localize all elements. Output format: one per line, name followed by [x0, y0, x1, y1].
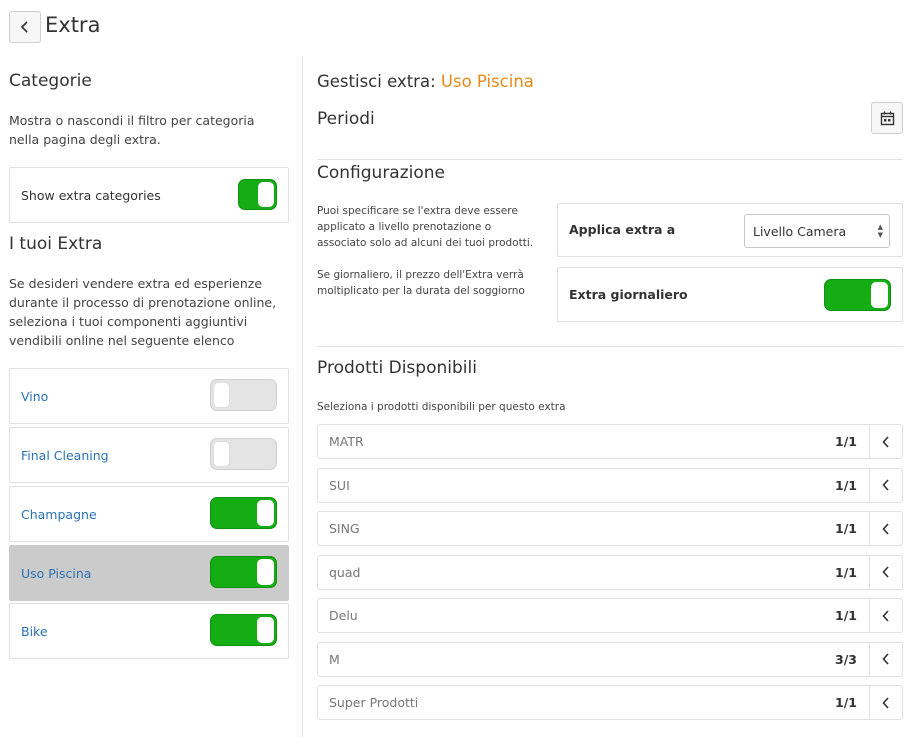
extra-item-toggle[interactable] [210, 438, 277, 470]
chevron-left-icon [20, 21, 28, 33]
extra-item-toggle[interactable] [210, 556, 277, 588]
extra-item-label[interactable]: Bike [21, 624, 48, 639]
apply-extra-box: Applica extra a Livello Camera ▲ ▼ [557, 203, 903, 257]
categories-title: Categorie [9, 71, 92, 91]
product-name: SUI [329, 477, 350, 493]
daily-extra-box: Extra giornaliero [557, 267, 903, 322]
chevron-left-icon [882, 435, 889, 448]
manage-extra-name: Uso Piscina [440, 72, 534, 91]
expand-product-button[interactable] [869, 599, 902, 632]
extra-item-toggle[interactable] [210, 614, 277, 646]
configuration-title: Configurazione [317, 163, 446, 183]
extra-item-label[interactable]: Uso Piscina [21, 566, 91, 581]
expand-product-button[interactable] [869, 425, 902, 458]
calendar-icon [880, 111, 894, 125]
daily-extra-label: Extra giornaliero [569, 287, 688, 302]
product-row: SUI 1/1 [317, 467, 903, 503]
apply-description: Puoi specificare se l'extra deve essere … [317, 205, 534, 249]
expand-product-button[interactable] [869, 686, 902, 719]
show-categories-label: Show extra categories [21, 187, 161, 203]
show-categories-toggle[interactable] [238, 179, 277, 210]
product-count: 1/1 [835, 477, 857, 493]
product-name: Delu [329, 608, 358, 623]
product-name: quad [329, 564, 361, 580]
daily-extra-toggle[interactable] [824, 279, 891, 311]
chevron-left-icon [882, 522, 889, 535]
manage-title: Gestisci extra: Uso Piscina [317, 72, 534, 91]
extra-item[interactable]: Final Cleaning [9, 427, 289, 483]
product-row: Delu 1/1 [317, 598, 903, 633]
product-count: 1/1 [835, 695, 857, 710]
calendar-button[interactable] [871, 102, 903, 134]
page-title: Extra [45, 13, 101, 37]
apply-extra-value: Livello Camera [753, 223, 847, 239]
extra-item-label[interactable]: Vino [21, 389, 48, 404]
product-row: quad 1/1 [317, 554, 903, 590]
chevron-left-icon [882, 566, 889, 578]
expand-product-button[interactable] [869, 555, 902, 589]
expand-product-button[interactable] [869, 512, 902, 545]
product-row: M 3/3 [317, 641, 903, 677]
product-name: SING [329, 521, 360, 536]
product-name: M [329, 651, 340, 667]
product-name: Super Prodotti [329, 695, 419, 710]
extra-item[interactable]: Uso Piscina [9, 545, 289, 601]
manage-prefix: Gestisci extra: [317, 72, 436, 91]
product-row: MATR 1/1 [317, 424, 903, 459]
extra-item-toggle[interactable] [210, 497, 277, 529]
products-description: Seleziona i prodotti disponibili per que… [317, 401, 566, 413]
chevron-left-icon [882, 653, 889, 665]
categories-description: Mostra o nascondi il filtro per categori… [9, 113, 255, 147]
products-title: Prodotti Disponibili [317, 358, 477, 378]
chevron-left-icon [882, 609, 889, 622]
periods-title: Periodi [317, 109, 375, 129]
apply-extra-label: Applica extra a [569, 222, 676, 237]
product-count: 1/1 [835, 521, 857, 536]
column-divider [302, 56, 303, 737]
expand-product-button[interactable] [869, 642, 902, 676]
extra-item[interactable]: Bike [9, 603, 289, 659]
back-button[interactable] [9, 11, 41, 43]
extras-description: Se desideri vendere extra ed esperienze … [9, 276, 277, 348]
divider [317, 159, 903, 160]
chevron-left-icon [882, 696, 889, 709]
product-row: SING 1/1 [317, 511, 903, 546]
product-count: 3/3 [835, 651, 857, 667]
extras-title: I tuoi Extra [9, 234, 103, 254]
show-categories-card: Show extra categories [9, 167, 289, 223]
product-count: 1/1 [835, 564, 857, 580]
chevron-left-icon [882, 479, 889, 491]
extra-item-toggle[interactable] [210, 379, 277, 411]
product-count: 1/1 [835, 608, 857, 623]
daily-description: Se giornaliero, il prezzo dell'Extra ver… [317, 269, 525, 297]
product-row: Super Prodotti 1/1 [317, 685, 903, 720]
extra-item-label[interactable]: Champagne [21, 507, 97, 522]
extra-item[interactable]: Vino [9, 368, 289, 424]
extra-item-label[interactable]: Final Cleaning [21, 448, 109, 463]
select-arrows-icon: ▲ ▼ [877, 223, 883, 239]
product-count: 1/1 [835, 434, 857, 449]
product-name: MATR [329, 434, 364, 449]
expand-product-button[interactable] [869, 468, 902, 502]
extra-item[interactable]: Champagne [9, 486, 289, 542]
divider [317, 346, 903, 347]
apply-extra-select[interactable]: Livello Camera ▲ ▼ [744, 214, 890, 248]
